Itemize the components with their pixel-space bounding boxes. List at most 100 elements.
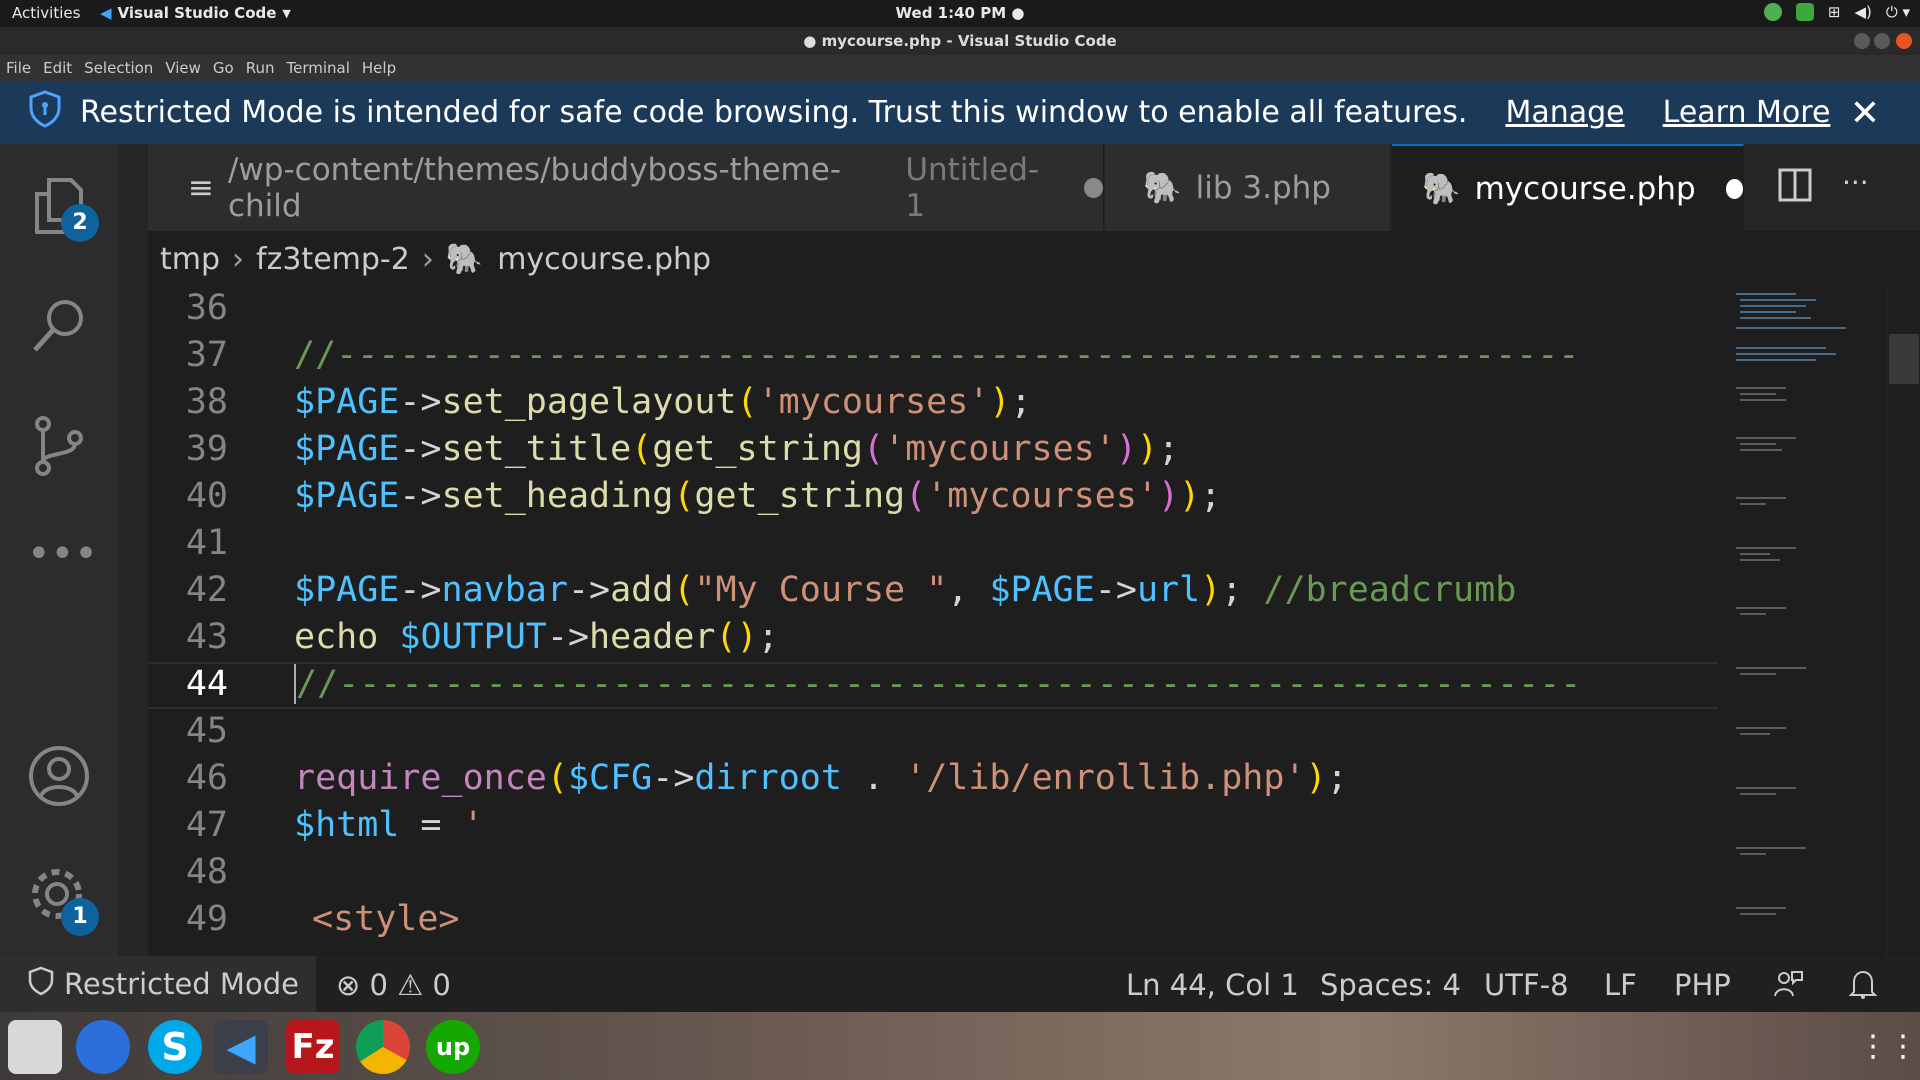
files-app-icon[interactable] bbox=[8, 1020, 62, 1074]
explorer-icon[interactable]: 2 bbox=[27, 174, 99, 242]
code-line-current[interactable]: 44 //------------------------------------… bbox=[148, 662, 1718, 709]
line-number: 48 bbox=[185, 852, 228, 892]
filezilla-app-icon[interactable]: Fz bbox=[286, 1020, 340, 1074]
breadcrumb-item[interactable]: mycourse.php bbox=[497, 242, 711, 277]
breadcrumb-item[interactable]: tmp bbox=[160, 242, 220, 277]
close-window-button[interactable] bbox=[1896, 33, 1912, 49]
thunderbird-app-icon[interactable] bbox=[76, 1020, 130, 1074]
restricted-mode-banner: Restricted Mode is intended for safe cod… bbox=[0, 81, 1920, 144]
window-title: mycourse.php - Visual Studio Code bbox=[821, 32, 1117, 50]
menu-terminal[interactable]: Terminal bbox=[287, 59, 350, 77]
unsaved-dot-icon[interactable] bbox=[1083, 177, 1103, 198]
code-text: $PAGE->set_title(get_string('mycourses')… bbox=[294, 429, 1180, 469]
split-editor-icon[interactable] bbox=[1778, 168, 1812, 206]
update-tray-icon[interactable] bbox=[1795, 3, 1814, 21]
tab-label: Untitled-1 bbox=[905, 151, 1040, 224]
activity-bar: 2 ••• 1 bbox=[0, 144, 118, 956]
line-number: 38 bbox=[185, 382, 228, 422]
code-text: $PAGE->set_pagelayout('mycourses'); bbox=[294, 382, 1032, 422]
line-number: 39 bbox=[185, 429, 228, 469]
code-line[interactable]: 36 bbox=[148, 288, 1718, 335]
learn-more-link[interactable]: Learn More bbox=[1663, 95, 1831, 130]
language-mode[interactable]: PHP bbox=[1674, 968, 1731, 1002]
maximize-button[interactable] bbox=[1874, 33, 1890, 49]
more-icon[interactable]: ••• bbox=[27, 534, 98, 598]
indentation-status[interactable]: Spaces: 4 bbox=[1320, 968, 1461, 1002]
code-line[interactable]: 42 $PAGE->navbar->add("My Course ", $PAGE… bbox=[148, 570, 1718, 617]
tab-untitled-1[interactable]: ≡ /wp-content/themes/buddyboss-theme-chi… bbox=[148, 144, 1104, 231]
minimize-button[interactable] bbox=[1854, 33, 1870, 49]
skype-app-icon[interactable]: S bbox=[148, 1020, 202, 1074]
menu-bar: File Edit Selection View Go Run Terminal… bbox=[0, 55, 1920, 81]
code-line[interactable]: 37 //------------------------------------… bbox=[148, 335, 1718, 382]
menu-selection[interactable]: Selection bbox=[84, 59, 153, 77]
vertical-scrollbar[interactable] bbox=[1886, 288, 1920, 956]
code-editor[interactable]: 36 37 //---------------------------------… bbox=[148, 288, 1920, 956]
menu-go[interactable]: Go bbox=[213, 59, 234, 77]
shield-icon bbox=[28, 966, 54, 1003]
tab-lib-3[interactable]: 🐘 lib 3.php bbox=[1105, 144, 1391, 231]
code-line[interactable]: 41 bbox=[148, 523, 1718, 570]
chrome-app-icon[interactable] bbox=[356, 1020, 410, 1074]
manage-link[interactable]: Manage bbox=[1505, 95, 1624, 130]
banner-message: Restricted Mode is intended for safe cod… bbox=[80, 95, 1468, 130]
more-actions-icon[interactable]: ··· bbox=[1842, 166, 1869, 199]
system-tray[interactable]: ⊞ ◀) ⏻ ▾ bbox=[1763, 3, 1910, 21]
restricted-mode-status[interactable]: Restricted Mode bbox=[0, 956, 316, 1012]
source-control-icon[interactable] bbox=[27, 414, 91, 478]
tab-mycourse[interactable]: 🐘 mycourse.php bbox=[1392, 144, 1744, 231]
code-line[interactable]: 43 echo $OUTPUT->header(); bbox=[148, 617, 1718, 664]
upwork-tray-icon[interactable] bbox=[1763, 3, 1782, 21]
menu-run[interactable]: Run bbox=[246, 59, 275, 77]
problems-status[interactable]: ⊗ 0 ⚠ 0 bbox=[336, 968, 451, 1002]
power-icon[interactable]: ⏻ ▾ bbox=[1886, 3, 1910, 21]
show-applications-icon[interactable]: ⋮⋮⋮ bbox=[1858, 1020, 1920, 1074]
php-elephant-icon: 🐘 bbox=[445, 242, 484, 277]
menu-edit[interactable]: Edit bbox=[43, 59, 72, 77]
search-icon[interactable] bbox=[27, 294, 91, 358]
code-line[interactable]: 40 $PAGE->set_heading(get_string('mycours… bbox=[148, 476, 1718, 523]
upwork-app-icon[interactable]: up bbox=[426, 1020, 480, 1074]
menu-view[interactable]: View bbox=[165, 59, 201, 77]
status-bar: Restricted Mode ⊗ 0 ⚠ 0 Ln 44, Col 1 Spa… bbox=[0, 956, 1920, 1012]
settings-gear-icon[interactable]: 1 bbox=[27, 864, 99, 936]
warning-icon: ⚠ bbox=[397, 968, 424, 1002]
scroll-thumb[interactable] bbox=[1889, 334, 1919, 384]
cursor-position[interactable]: Ln 44, Col 1 bbox=[1126, 968, 1299, 1002]
feedback-icon[interactable] bbox=[1772, 968, 1804, 1007]
code-line[interactable]: 47 $html = ' bbox=[148, 805, 1718, 852]
error-count: 0 bbox=[369, 968, 388, 1002]
tab-path: /wp-content/themes/buddyboss-theme-child bbox=[227, 151, 842, 224]
menu-help[interactable]: Help bbox=[362, 59, 396, 77]
notifications-bell-icon[interactable] bbox=[1848, 968, 1878, 1007]
line-number: 47 bbox=[185, 805, 228, 845]
unsaved-dot-icon[interactable] bbox=[1725, 178, 1743, 199]
network-icon[interactable]: ⊞ bbox=[1828, 3, 1841, 21]
volume-icon[interactable]: ◀) bbox=[1854, 3, 1871, 21]
eol-status[interactable]: LF bbox=[1604, 968, 1637, 1002]
vscode-app-icon[interactable]: ◀ bbox=[214, 1020, 268, 1074]
code-line[interactable]: 46 require_once($CFG->dirroot . '/lib/enr… bbox=[148, 758, 1718, 805]
account-icon[interactable] bbox=[27, 744, 91, 808]
close-banner-icon[interactable]: ✕ bbox=[1850, 93, 1880, 134]
breadcrumb-item[interactable]: fz3temp-2 bbox=[256, 242, 410, 277]
shield-icon bbox=[28, 89, 62, 136]
clock[interactable]: Wed 1:40 PM ● bbox=[0, 4, 1920, 22]
warning-count: 0 bbox=[432, 968, 451, 1002]
code-line[interactable]: 39 $PAGE->set_title(get_string('mycourses… bbox=[148, 429, 1718, 476]
restricted-mode-label: Restricted Mode bbox=[64, 967, 299, 1001]
menu-file[interactable]: File bbox=[6, 59, 31, 77]
encoding-status[interactable]: UTF-8 bbox=[1484, 968, 1569, 1002]
code-line[interactable]: 49 <style> bbox=[148, 899, 1718, 946]
minimap[interactable] bbox=[1726, 288, 1886, 956]
php-elephant-icon: 🐘 bbox=[1143, 170, 1182, 206]
code-text: //--------------------------------------… bbox=[294, 664, 1582, 704]
code-line[interactable]: 38 $PAGE->set_pagelayout('mycourses'); bbox=[148, 382, 1718, 429]
window-title-bar: ● mycourse.php - Visual Studio Code bbox=[0, 27, 1920, 55]
chevron-right-icon: › bbox=[232, 242, 245, 277]
line-number: 43 bbox=[185, 617, 228, 657]
code-line[interactable]: 45 bbox=[148, 711, 1718, 758]
error-icon: ⊗ bbox=[336, 968, 361, 1002]
settings-badge: 1 bbox=[61, 898, 99, 936]
code-line[interactable]: 48 bbox=[148, 852, 1718, 899]
